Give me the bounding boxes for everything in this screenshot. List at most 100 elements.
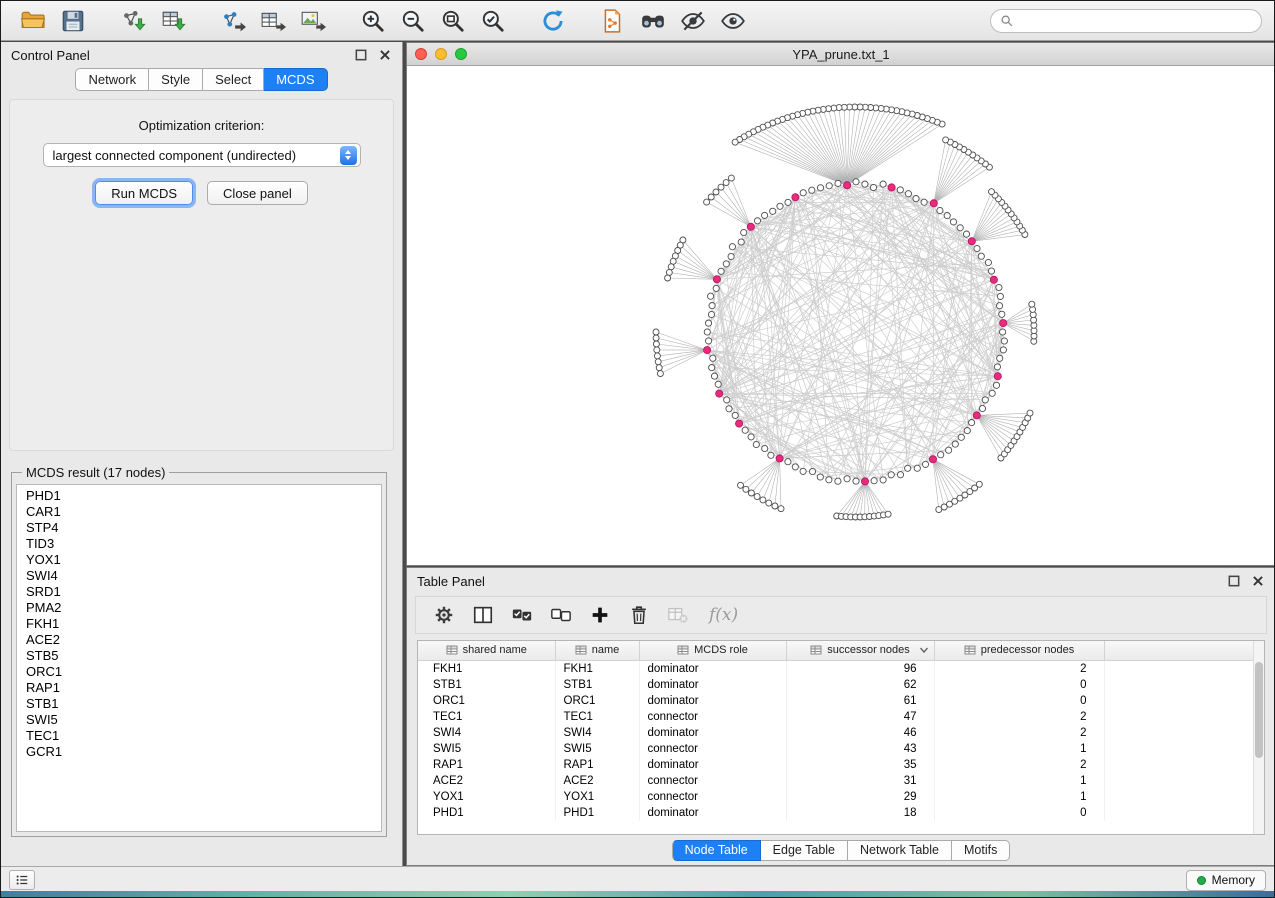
zoom-fit-icon[interactable] — [438, 6, 468, 36]
add-row-icon[interactable] — [588, 603, 612, 627]
table-row[interactable]: PHD1PHD1dominator180 — [418, 805, 1264, 821]
sort-chevron-icon[interactable] — [918, 644, 930, 656]
deselect-all-icon[interactable] — [549, 603, 573, 627]
mcds-result-item[interactable]: STB5 — [26, 648, 381, 664]
panel-menu-icon[interactable] — [9, 870, 35, 890]
table-cell: connector — [639, 773, 786, 789]
function-builder-button[interactable]: f(x) — [709, 605, 738, 625]
delete-table-icon[interactable] — [666, 603, 690, 627]
column-grid-icon — [575, 644, 587, 656]
run-mcds-button[interactable]: Run MCDS — [95, 181, 193, 205]
mcds-result-item[interactable]: GCR1 — [26, 744, 381, 760]
delete-row-icon[interactable] — [627, 603, 651, 627]
close-panel-icon[interactable] — [378, 48, 392, 62]
maximize-window-icon[interactable] — [455, 48, 467, 60]
network-view-window: YPA_prune.txt_1 — [406, 42, 1275, 566]
search-input[interactable] — [1020, 14, 1252, 28]
first-neighbors-icon[interactable] — [638, 6, 668, 36]
table-row[interactable]: ACE2ACE2connector311 — [418, 773, 1264, 789]
column-header-successor-nodes[interactable]: successor nodes — [786, 641, 934, 660]
mcds-result-list[interactable]: PHD1CAR1STP4TID3YOX1SWI4SRD1PMA2FKH1ACE2… — [16, 484, 382, 832]
table-row[interactable]: RAP1RAP1dominator352 — [418, 757, 1264, 773]
mcds-result-item[interactable]: TID3 — [26, 536, 381, 552]
control-panel-tabs: NetworkStyleSelectMCDS — [1, 68, 402, 91]
table-row[interactable]: ORC1ORC1dominator610 — [418, 693, 1264, 709]
save-icon[interactable] — [58, 6, 88, 36]
close-table-panel-icon[interactable] — [1251, 574, 1265, 588]
zoom-selected-icon[interactable] — [478, 6, 508, 36]
network-window-titlebar[interactable]: YPA_prune.txt_1 — [407, 43, 1275, 66]
mcds-result-title: MCDS result (17 nodes) — [22, 465, 169, 480]
table-panel: Table Panel f(x) shared namenameMCDS rol… — [406, 567, 1275, 866]
table-cell: ORC1 — [555, 693, 639, 709]
mcds-result-item[interactable]: RAP1 — [26, 680, 381, 696]
columns-icon[interactable] — [471, 603, 495, 627]
tab-mcds[interactable]: MCDS — [264, 68, 327, 91]
mcds-result-item[interactable]: ORC1 — [26, 664, 381, 680]
status-bar: Memory — [1, 866, 1274, 893]
criterion-dropdown[interactable]: largest connected component (undirected) — [43, 143, 361, 167]
mcds-result-item[interactable]: TEC1 — [26, 728, 381, 744]
memory-button[interactable]: Memory — [1186, 870, 1266, 891]
tab-network-table[interactable]: Network Table — [848, 840, 952, 861]
open-icon[interactable] — [18, 6, 48, 36]
table-scrollbar[interactable] — [1253, 641, 1264, 834]
table-row[interactable]: SWI5SWI5connector431 — [418, 741, 1264, 757]
minimize-window-icon[interactable] — [435, 48, 447, 60]
mcds-result-item[interactable]: SWI5 — [26, 712, 381, 728]
table-row[interactable]: SWI4SWI4dominator462 — [418, 725, 1264, 741]
table-row[interactable]: YOX1YOX1connector291 — [418, 789, 1264, 805]
float-panel-icon[interactable] — [354, 48, 368, 62]
search-box[interactable] — [990, 9, 1262, 33]
zoom-out-icon[interactable] — [398, 6, 428, 36]
mcds-result-item[interactable]: FKH1 — [26, 616, 381, 632]
zoom-in-icon[interactable] — [358, 6, 388, 36]
select-all-icon[interactable] — [510, 603, 534, 627]
hide-selected-icon[interactable] — [678, 6, 708, 36]
table-cell: 0 — [934, 693, 1104, 709]
float-table-panel-icon[interactable] — [1227, 574, 1241, 588]
mcds-result-item[interactable]: ACE2 — [26, 632, 381, 648]
import-network-icon[interactable] — [118, 6, 148, 36]
mcds-result-item[interactable]: SRD1 — [26, 584, 381, 600]
table-cell: 35 — [786, 757, 934, 773]
table-cell: dominator — [639, 805, 786, 821]
scrollbar-thumb[interactable] — [1255, 662, 1263, 758]
tab-motifs[interactable]: Motifs — [952, 840, 1010, 861]
tab-select[interactable]: Select — [203, 68, 264, 91]
export-image-icon[interactable] — [298, 6, 328, 36]
table-cell: 1 — [934, 773, 1104, 789]
application-window: Control Panel NetworkStyleSelectMCDS Opt… — [0, 0, 1275, 898]
import-table-icon[interactable] — [158, 6, 188, 36]
refresh-icon[interactable] — [538, 6, 568, 36]
mcds-result-item[interactable]: STB1 — [26, 696, 381, 712]
mcds-result-item[interactable]: PHD1 — [26, 488, 381, 504]
column-header-MCDS-role[interactable]: MCDS role — [639, 641, 786, 660]
column-header-shared-name[interactable]: shared name — [418, 641, 555, 660]
mcds-result-item[interactable]: PMA2 — [26, 600, 381, 616]
export-table-icon[interactable] — [258, 6, 288, 36]
gear-icon[interactable] — [432, 603, 456, 627]
table-row[interactable]: FKH1FKH1dominator962 — [418, 660, 1264, 677]
network-canvas[interactable] — [407, 66, 1275, 565]
table-cell: 1 — [934, 789, 1104, 805]
export-network-icon[interactable] — [218, 6, 248, 36]
tab-style[interactable]: Style — [149, 68, 203, 91]
network-window-title: YPA_prune.txt_1 — [407, 47, 1275, 62]
tab-node-table[interactable]: Node Table — [672, 840, 761, 861]
table-cell: 61 — [786, 693, 934, 709]
close-panel-button[interactable]: Close panel — [207, 181, 308, 205]
mcds-result-item[interactable]: STP4 — [26, 520, 381, 536]
column-header-predecessor-nodes[interactable]: predecessor nodes — [934, 641, 1104, 660]
show-all-icon[interactable] — [718, 6, 748, 36]
duplicate-network-icon[interactable] — [598, 6, 628, 36]
mcds-result-item[interactable]: SWI4 — [26, 568, 381, 584]
tab-edge-table[interactable]: Edge Table — [761, 840, 848, 861]
close-window-icon[interactable] — [415, 48, 427, 60]
tab-network[interactable]: Network — [75, 68, 149, 91]
mcds-result-item[interactable]: YOX1 — [26, 552, 381, 568]
column-header-name[interactable]: name — [555, 641, 639, 660]
table-row[interactable]: TEC1TEC1connector472 — [418, 709, 1264, 725]
mcds-result-item[interactable]: CAR1 — [26, 504, 381, 520]
table-row[interactable]: STB1STB1dominator620 — [418, 677, 1264, 693]
